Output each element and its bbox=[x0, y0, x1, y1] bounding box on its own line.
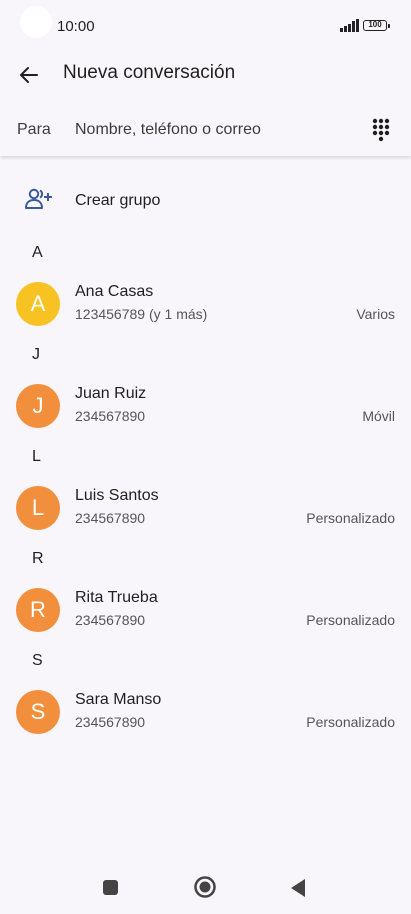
contact-name: Juan Ruiz bbox=[75, 385, 147, 402]
contact-phone-type: Personalizado bbox=[306, 510, 395, 526]
signal-icon bbox=[340, 19, 359, 32]
contact-phone-type: Móvil bbox=[362, 408, 395, 424]
create-group-label: Crear grupo bbox=[75, 192, 161, 209]
status-time: 10:00 bbox=[57, 18, 95, 35]
camera-cutout bbox=[20, 6, 52, 38]
contact-name: Rita Trueba bbox=[75, 589, 158, 606]
contact-phone: 234567890 bbox=[75, 612, 146, 628]
back-button[interactable] bbox=[14, 60, 44, 90]
battery-icon: 100 bbox=[363, 20, 387, 31]
section-header-l: L bbox=[32, 448, 41, 465]
contact-phone-type: Varios bbox=[356, 306, 395, 322]
status-bar: 10:00 100 bbox=[0, 0, 411, 52]
create-group-button[interactable]: Crear grupo bbox=[0, 178, 411, 224]
contact-row[interactable]: A Ana Casas 123456789 (y 1 más) Varios bbox=[0, 272, 411, 336]
contact-name: Sara Manso bbox=[75, 691, 162, 708]
contact-row[interactable]: J Juan Ruiz 234567890 Móvil bbox=[0, 374, 411, 438]
contact-row[interactable]: R Rita Trueba 234567890 Personalizado bbox=[0, 578, 411, 642]
to-label: Para bbox=[17, 121, 51, 138]
section-header-j: J bbox=[32, 346, 40, 363]
contact-name: Luis Santos bbox=[75, 487, 159, 504]
contact-phone-type: Personalizado bbox=[306, 714, 395, 730]
contact-name: Ana Casas bbox=[75, 283, 154, 300]
contact-phone: 234567890 bbox=[75, 408, 146, 424]
recipient-bar: Para bbox=[0, 104, 411, 156]
system-navigation-bar bbox=[0, 858, 411, 914]
contact-phone-type: Personalizado bbox=[306, 612, 395, 628]
avatar: S bbox=[16, 690, 60, 734]
battery-tip bbox=[388, 24, 390, 28]
add-group-icon bbox=[25, 188, 52, 209]
app-bar: Nueva conversación bbox=[0, 52, 411, 96]
home-button[interactable] bbox=[193, 875, 217, 899]
avatar: J bbox=[16, 384, 60, 428]
system-back-button[interactable] bbox=[289, 878, 307, 898]
page-title: Nueva conversación bbox=[63, 62, 236, 83]
recipient-input[interactable] bbox=[75, 118, 345, 142]
contact-row[interactable]: L Luis Santos 234567890 Personalizado bbox=[0, 476, 411, 540]
avatar: R bbox=[16, 588, 60, 632]
contact-row[interactable]: S Sara Manso 234567890 Personalizado bbox=[0, 680, 411, 744]
avatar: L bbox=[16, 486, 60, 530]
recents-button[interactable] bbox=[103, 880, 118, 895]
section-header-s: S bbox=[32, 652, 43, 669]
contact-phone: 234567890 bbox=[75, 510, 146, 526]
section-header-a: A bbox=[32, 244, 43, 261]
section-header-r: R bbox=[32, 550, 44, 567]
dialpad-icon[interactable] bbox=[368, 117, 394, 143]
contact-phone: 234567890 bbox=[75, 714, 146, 730]
arrow-back-icon bbox=[20, 67, 38, 83]
contact-phone: 123456789 (y 1 más) bbox=[75, 306, 208, 322]
avatar: A bbox=[16, 282, 60, 326]
